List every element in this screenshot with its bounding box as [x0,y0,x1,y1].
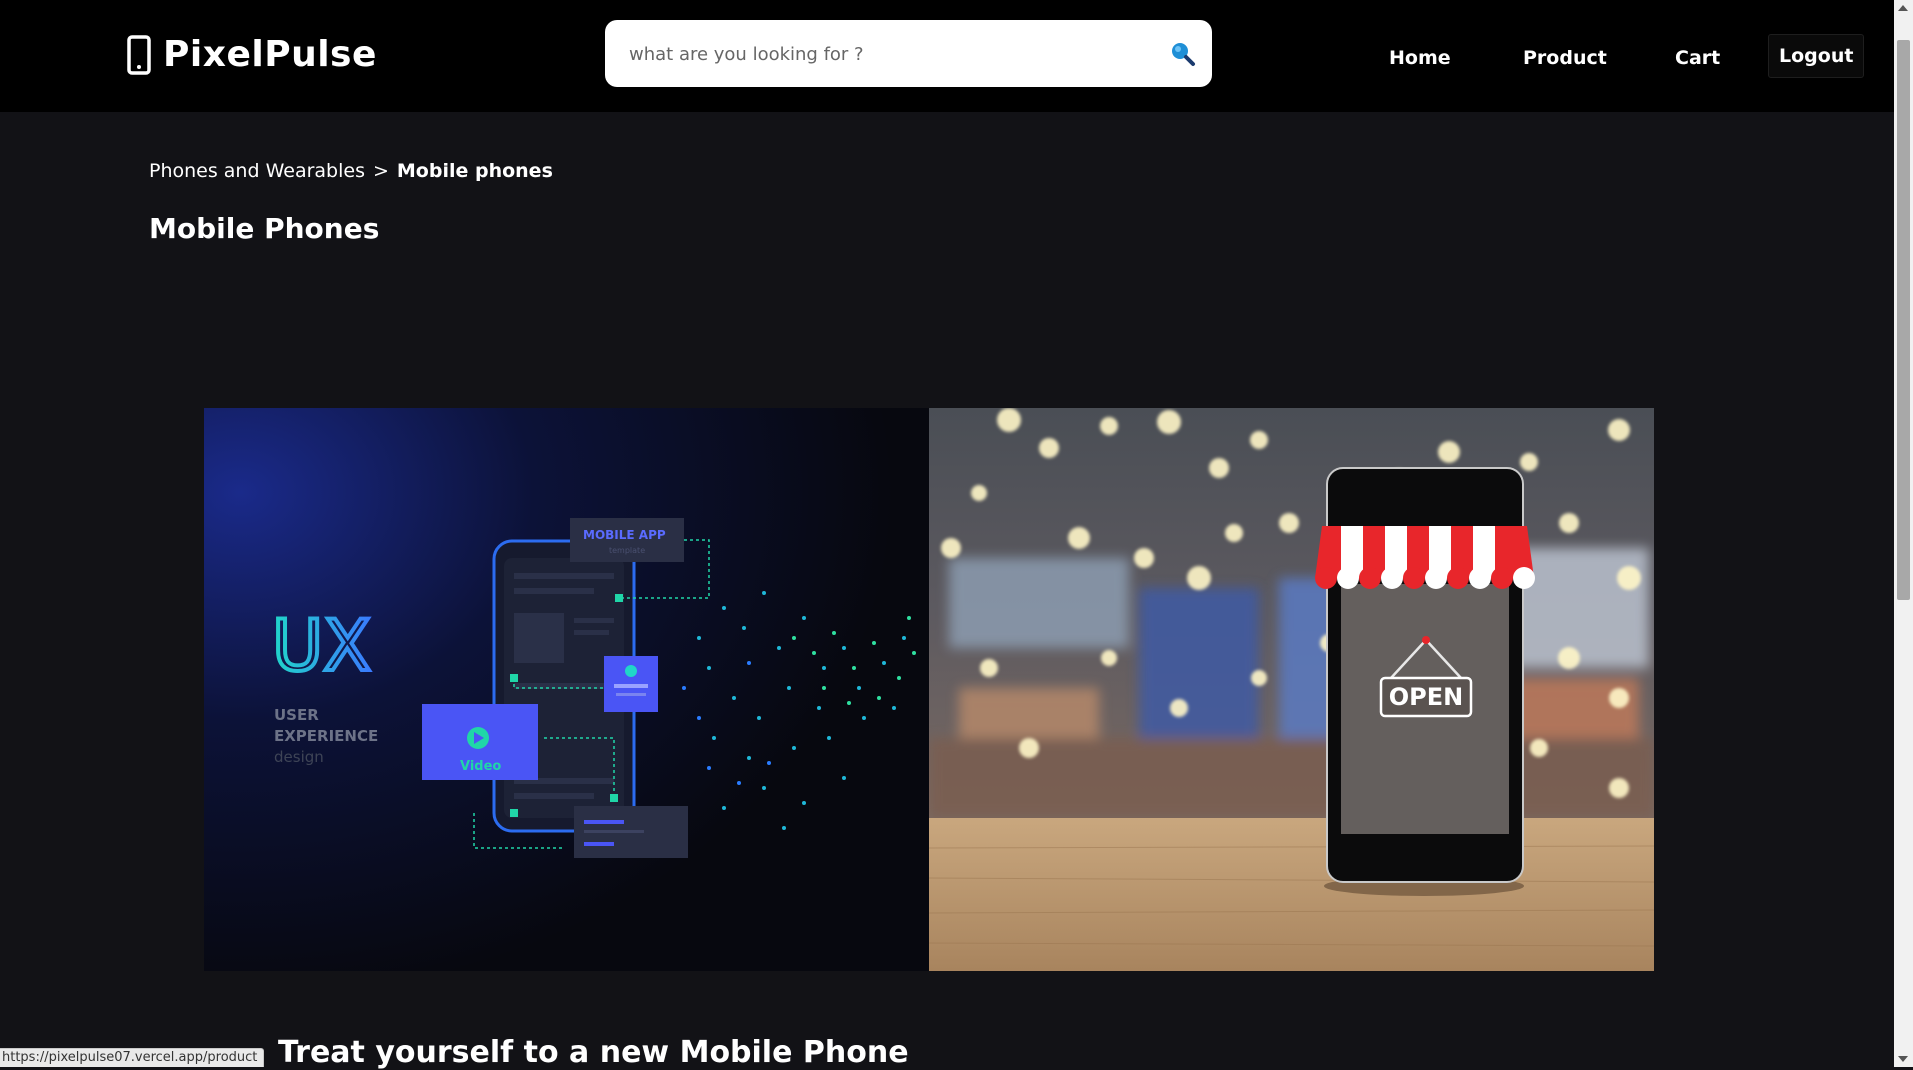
ux-line-experience: EXPERIENCE [274,727,378,745]
breadcrumb-separator: > [372,160,389,182]
top-navbar: PixelPulse Home Product Cart Logout [0,0,1894,112]
scroll-up-arrow-icon[interactable] [1898,5,1908,11]
page-title: Mobile Phones [149,212,380,245]
search-bar [605,20,1212,87]
video-card-label: Video [460,759,501,774]
nav-home[interactable]: Home [1389,47,1451,69]
brand-logo[interactable]: PixelPulse [127,34,377,75]
breadcrumb-current: Mobile phones [396,160,553,182]
mobile-app-card-title: MOBILE APP [583,528,666,542]
brand-name: PixelPulse [163,34,377,75]
phone-storefront-image: OPEN [929,408,1654,971]
ux-heading: UX [272,605,371,687]
wooden-table [929,818,1654,971]
ux-line-design: design [274,748,324,766]
scrollbar-thumb[interactable] [1897,40,1910,600]
smartphone-icon [127,34,151,75]
vertical-scrollbar[interactable] [1894,0,1913,1067]
breadcrumb-parent[interactable]: Phones and Wearables [149,160,365,182]
logout-button[interactable]: Logout [1768,34,1865,78]
nav-product[interactable]: Product [1523,47,1607,69]
nav-cart[interactable]: Cart [1675,47,1720,69]
open-sign-text: OPEN [1389,683,1463,711]
breadcrumb: Phones and Wearables > Mobile phones [149,160,553,182]
scroll-down-arrow-icon[interactable] [1898,1056,1908,1062]
mobile-app-card-subtitle: template [609,546,645,555]
ux-line-user: USER [274,706,319,724]
section-heading: Treat yourself to a new Mobile Phone [278,1035,909,1070]
search-icon[interactable] [1170,41,1196,67]
search-input[interactable] [627,34,1147,74]
hero-banner: UX USER EXPERIENCE design MOBILE APP tem… [204,408,1654,971]
ux-mobile-app-image: UX USER EXPERIENCE design MOBILE APP tem… [204,408,929,971]
status-bar-url: https://pixelpulse07.vercel.app/product [0,1048,265,1067]
